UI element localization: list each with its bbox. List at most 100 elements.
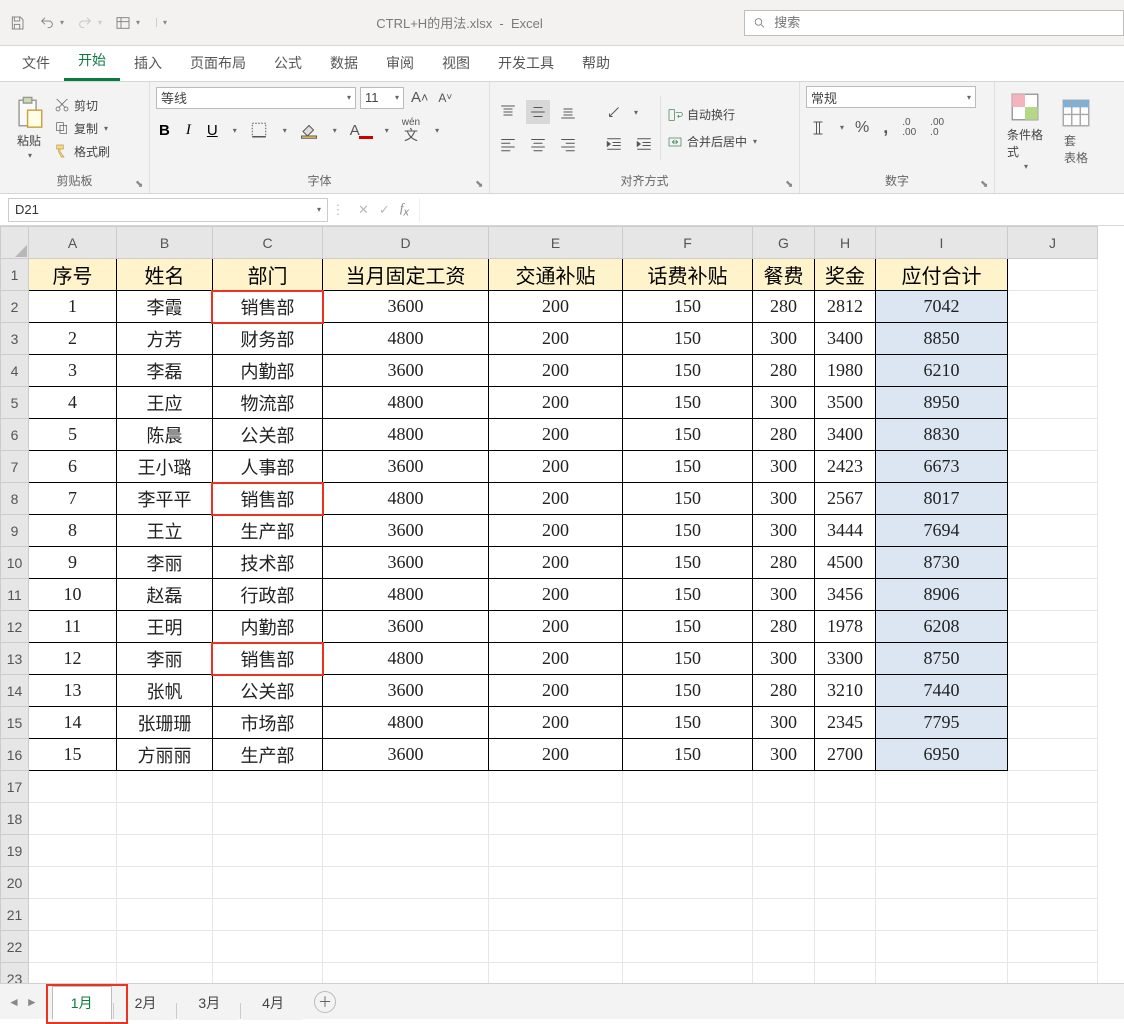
table-cell[interactable]: 4800	[323, 579, 489, 611]
table-cell[interactable]: 6208	[876, 611, 1008, 643]
table-cell[interactable]: 200	[489, 355, 623, 387]
redo-icon[interactable]	[76, 14, 94, 32]
row-header-5[interactable]: 5	[1, 387, 29, 419]
dept-cell-row7[interactable]: 人事部	[213, 451, 323, 483]
sheet-nav[interactable]: ◄►	[6, 993, 40, 1011]
align-bottom-icon[interactable]	[556, 100, 580, 124]
table-cell[interactable]: 150	[623, 515, 753, 547]
dept-cell-row4[interactable]: 内勤部	[213, 355, 323, 387]
table-cell[interactable]: 150	[623, 579, 753, 611]
table-cell[interactable]: 280	[753, 291, 815, 323]
table-header[interactable]: 应付合计	[876, 259, 1008, 291]
table-cell[interactable]: 4800	[323, 643, 489, 675]
table-cell[interactable]: 150	[623, 323, 753, 355]
table-cell[interactable]: 8750	[876, 643, 1008, 675]
table-cell[interactable]: 6950	[876, 739, 1008, 771]
tab-视图[interactable]: 视图	[428, 47, 484, 81]
empty-cell[interactable]	[489, 931, 623, 963]
bold-button[interactable]: B	[156, 119, 173, 142]
empty-cell[interactable]	[753, 963, 815, 984]
empty-cell[interactable]	[323, 835, 489, 867]
tab-审阅[interactable]: 审阅	[372, 47, 428, 81]
percent-icon[interactable]: %	[852, 116, 872, 140]
table-cell[interactable]: 3600	[323, 739, 489, 771]
orientation-icon[interactable]	[602, 100, 626, 124]
empty-cell[interactable]	[753, 931, 815, 963]
increase-decimal-icon[interactable]: .0.00	[899, 115, 919, 141]
table-header[interactable]: 当月固定工资	[323, 259, 489, 291]
empty-cell[interactable]	[323, 931, 489, 963]
empty-cell[interactable]	[876, 963, 1008, 984]
empty-cell[interactable]	[323, 803, 489, 835]
table-cell[interactable]: 3600	[323, 515, 489, 547]
dept-cell-row11[interactable]: 行政部	[213, 579, 323, 611]
col-header-J[interactable]: J	[1008, 227, 1098, 259]
col-header-D[interactable]: D	[323, 227, 489, 259]
sheet-tab-3月[interactable]: 3月	[179, 986, 239, 1020]
tab-文件[interactable]: 文件	[8, 47, 64, 81]
col-header-F[interactable]: F	[623, 227, 753, 259]
decrease-indent-icon[interactable]	[602, 132, 626, 156]
table-cell[interactable]: 200	[489, 483, 623, 515]
table-cell[interactable]: 李平平	[117, 483, 213, 515]
table-cell[interactable]: 150	[623, 547, 753, 579]
table-cell[interactable]: 4800	[323, 419, 489, 451]
table-cell[interactable]: 150	[623, 451, 753, 483]
dept-cell-row15[interactable]: 市场部	[213, 707, 323, 739]
number-format-combo[interactable]: 常规▾	[806, 86, 976, 108]
align-left-icon[interactable]	[496, 132, 520, 156]
empty-cell[interactable]	[323, 867, 489, 899]
row-header-4[interactable]: 4	[1, 355, 29, 387]
row-header-23[interactable]: 23	[1, 963, 29, 984]
table-cell[interactable]: 200	[489, 323, 623, 355]
table-header[interactable]: 奖金	[815, 259, 876, 291]
table-cell[interactable]: 150	[623, 419, 753, 451]
table-cell[interactable]: 3456	[815, 579, 876, 611]
table-cell[interactable]: 300	[753, 643, 815, 675]
table-cell[interactable]: 9	[29, 547, 117, 579]
empty-cell[interactable]	[815, 803, 876, 835]
empty-cell[interactable]	[623, 899, 753, 931]
accept-formula-icon[interactable]: ✓	[379, 202, 390, 218]
col-header-C[interactable]: C	[213, 227, 323, 259]
align-right-icon[interactable]	[556, 132, 580, 156]
empty-cell[interactable]	[753, 835, 815, 867]
empty-cell[interactable]	[323, 899, 489, 931]
table-cell[interactable]: 张珊珊	[117, 707, 213, 739]
table-cell[interactable]: 7	[29, 483, 117, 515]
table-cell[interactable]: 2	[29, 323, 117, 355]
row-header-20[interactable]: 20	[1, 867, 29, 899]
table-cell[interactable]: 李磊	[117, 355, 213, 387]
table-cell[interactable]: 150	[623, 483, 753, 515]
row-header-18[interactable]: 18	[1, 803, 29, 835]
dept-cell-row6[interactable]: 公关部	[213, 419, 323, 451]
table-cell[interactable]: 150	[623, 387, 753, 419]
row-header-22[interactable]: 22	[1, 931, 29, 963]
alignment-dialog-launcher[interactable]: ⬊	[785, 179, 797, 191]
table-cell[interactable]: 8830	[876, 419, 1008, 451]
table-cell[interactable]: 8730	[876, 547, 1008, 579]
row-header-17[interactable]: 17	[1, 771, 29, 803]
font-name-combo[interactable]: 等线▾	[156, 87, 356, 109]
empty-cell[interactable]	[815, 835, 876, 867]
dept-cell-row5[interactable]: 物流部	[213, 387, 323, 419]
merge-center-button[interactable]: 合并后居中▾	[665, 131, 759, 152]
tab-帮助[interactable]: 帮助	[568, 47, 624, 81]
table-cell[interactable]: 3300	[815, 643, 876, 675]
number-dialog-launcher[interactable]: ⬊	[980, 179, 992, 191]
row-header-16[interactable]: 16	[1, 739, 29, 771]
table-cell[interactable]: 方丽丽	[117, 739, 213, 771]
table-cell[interactable]: 12	[29, 643, 117, 675]
table-cell[interactable]: 6673	[876, 451, 1008, 483]
empty-cell[interactable]	[117, 867, 213, 899]
table-cell[interactable]: 200	[489, 675, 623, 707]
table-cell[interactable]: 8850	[876, 323, 1008, 355]
table-cell[interactable]: 300	[753, 387, 815, 419]
empty-cell[interactable]	[623, 931, 753, 963]
table-cell[interactable]: 7440	[876, 675, 1008, 707]
tab-开始[interactable]: 开始	[64, 44, 120, 81]
empty-cell[interactable]	[323, 771, 489, 803]
tab-开发工具[interactable]: 开发工具	[484, 47, 568, 81]
qat-customize[interactable]: ▾	[156, 18, 167, 27]
row-header-15[interactable]: 15	[1, 707, 29, 739]
